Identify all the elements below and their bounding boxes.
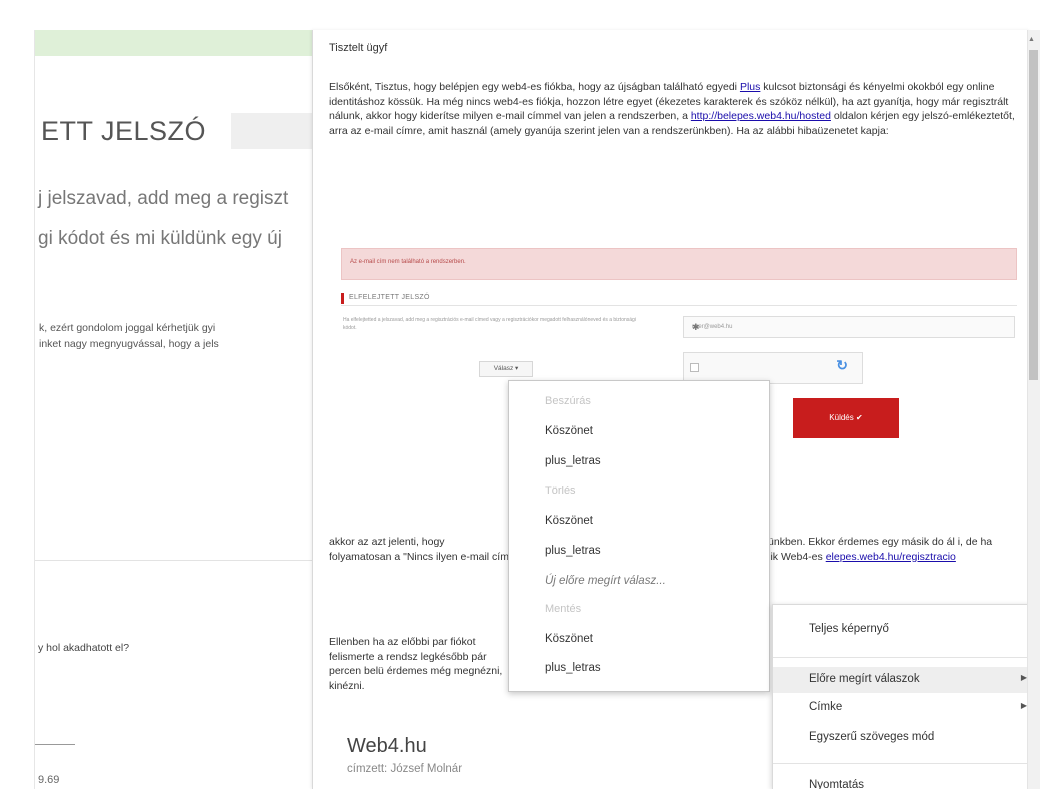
canned-responses-dropdown: Beszúrás Köszönet plus_letras Törlés Kös… [508, 380, 770, 692]
menu-item-canned-responses[interactable]: Előre megírt válaszok ▶ [773, 667, 1031, 693]
canned-delete-plus-letras[interactable]: plus_letras [545, 545, 601, 557]
canned-save-koszonet[interactable]: Köszönet [545, 633, 593, 645]
background-divider [35, 560, 324, 561]
menu-item-plain-text-label: Egyszerű szöveges mód [809, 731, 935, 743]
canned-insert-plus-letras[interactable]: plus_letras [545, 455, 601, 467]
embedded-header-text: ELFELEJTETT JELSZÓ [349, 294, 430, 301]
canned-insert-koszonet[interactable]: Köszönet [545, 425, 593, 437]
canned-save-header: Mentés [545, 603, 582, 615]
menu-separator [773, 657, 1031, 658]
background-tail-text: 9.69 [38, 774, 60, 786]
menu-item-plain-text[interactable]: Egyszerű szöveges mód [773, 725, 1031, 751]
embedded-send-button: Küldés ✔ [793, 398, 899, 438]
menu-item-fullscreen[interactable]: Teljes képernyő [773, 617, 1031, 643]
canned-save-plus-letras[interactable]: plus_letras [545, 662, 601, 674]
email-paragraph-1-start: Elsőként, Tisztus, hogy belépjen egy web… [329, 81, 738, 93]
embedded-error-alert: Az e-mail cím nem található a rendszerbe… [341, 248, 1017, 280]
canned-delete-header: Törlés [545, 485, 576, 497]
scrollbar-thumb[interactable] [1029, 50, 1038, 380]
menu-item-canned-label: Előre megírt válaszok [809, 673, 920, 685]
embedded-header-bar [341, 293, 344, 304]
scroll-up-arrow-icon[interactable]: ▲ [1028, 36, 1035, 43]
plus-link[interactable]: Plus [740, 81, 760, 93]
email-paragraph-2-a: akkor az azt jelenti, hogy [329, 536, 445, 548]
menu-separator [773, 763, 1031, 764]
embedded-error-text: Az e-mail cím nem található a rendszerbe… [350, 259, 466, 265]
sender-name: Web4.hu [347, 735, 427, 757]
background-text-line-1: k, ezért gondolom joggal kérhetjük gyi [39, 322, 216, 334]
background-intro-line-2: gi kódot és mi küldünk egy új [38, 228, 282, 249]
embedded-input-icon: ✱ [692, 322, 700, 332]
recipient-line[interactable]: címzett: József Molnár [347, 763, 462, 775]
background-title-box [231, 113, 324, 149]
embedded-email-input: user@web4.hu ✱ [683, 316, 1015, 338]
embedded-description: Ha elfelejtetted a jelszavad, add meg a … [343, 317, 636, 331]
embedded-captcha-checkbox [690, 363, 699, 372]
menu-item-labels-label: Címke [809, 701, 843, 713]
canned-delete-koszonet[interactable]: Köszönet [545, 515, 593, 527]
email-greeting: Tisztelt ügyf [329, 42, 388, 54]
menu-item-fullscreen-label: Teljes képernyő [809, 623, 889, 635]
canned-insert-header: Beszúrás [545, 395, 591, 407]
email-paragraph-1: Elsőként, Tisztus, hogy belépjen egy web… [329, 80, 1019, 138]
background-input-line[interactable] [35, 744, 75, 745]
background-text-line-2: inket nagy megnyugvással, hogy a jels [39, 338, 219, 350]
menu-item-print[interactable]: Nyomtatás [773, 773, 1031, 789]
email-paragraph-3: Ellenben ha az előbbi par fiókot felisme… [329, 636, 503, 692]
embedded-section-header: ELFELEJTETT JELSZÓ [341, 292, 1017, 306]
background-page: ETT JELSZÓ j jelszavad, add meg a regisz… [34, 30, 324, 789]
new-canned-response[interactable]: Új előre megírt válasz... [545, 575, 666, 587]
background-intro-line-1: j jelszavad, add meg a regiszt [38, 188, 289, 209]
screenshot-root: ETT JELSZÓ j jelszavad, add meg a regisz… [0, 0, 1040, 789]
registration-link[interactable]: elepes.web4.hu/regisztracio [826, 551, 956, 563]
menu-item-labels[interactable]: Címke ▶ [773, 695, 1031, 721]
more-options-menu: Teljes képernyő Előre megírt válaszok ▶ C… [772, 604, 1040, 789]
recaptcha-icon: ↻ [836, 357, 848, 373]
embedded-dropdown-button: Válasz ▾ [479, 361, 533, 377]
background-question: y hol akadhatott el? [38, 642, 130, 654]
background-page-title: ETT JELSZÓ [41, 116, 207, 146]
menu-item-print-label: Nyomtatás [809, 779, 864, 789]
background-topbar [35, 30, 324, 56]
password-reminder-link[interactable]: http://belepes.web4.hu/hosted [691, 110, 831, 122]
